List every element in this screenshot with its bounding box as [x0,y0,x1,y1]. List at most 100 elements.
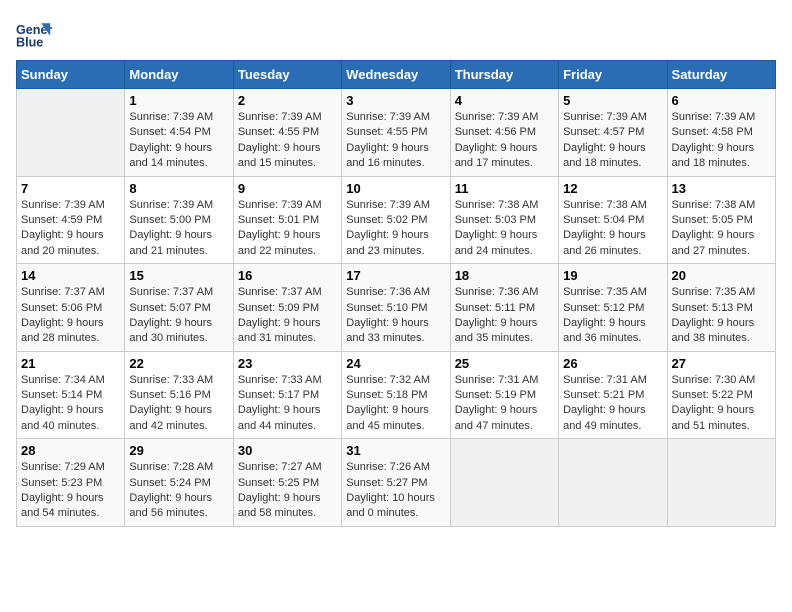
day-info: Sunrise: 7:32 AM Sunset: 5:18 PM Dayligh… [346,373,445,435]
day-info: Sunrise: 7:38 AM Sunset: 5:04 PM Dayligh… [563,198,662,260]
day-info: Sunrise: 7:30 AM Sunset: 5:22 PM Dayligh… [672,373,771,435]
sunset-label: Sunset: 4:54 PM [129,126,210,138]
day-number: 6 [672,93,771,108]
weekday-header-thursday: Thursday [450,61,558,89]
calendar-cell: 18 Sunrise: 7:36 AM Sunset: 5:11 PM Dayl… [450,264,558,352]
sunset-label: Sunset: 5:06 PM [21,302,102,314]
daylight-label: Daylight: 10 hours and 0 minutes. [346,492,435,519]
day-info: Sunrise: 7:29 AM Sunset: 5:23 PM Dayligh… [21,460,120,522]
day-number: 1 [129,93,228,108]
day-number: 13 [672,181,771,196]
sunset-label: Sunset: 5:04 PM [563,214,644,226]
sunset-label: Sunset: 5:12 PM [563,302,644,314]
sunrise-label: Sunrise: 7:26 AM [346,461,430,473]
calendar-cell: 4 Sunrise: 7:39 AM Sunset: 4:56 PM Dayli… [450,89,558,177]
day-number: 23 [238,356,337,371]
day-number: 30 [238,443,337,458]
day-info: Sunrise: 7:26 AM Sunset: 5:27 PM Dayligh… [346,460,445,522]
sunrise-label: Sunrise: 7:39 AM [238,199,322,211]
sunrise-label: Sunrise: 7:27 AM [238,461,322,473]
day-number: 7 [21,181,120,196]
day-number: 29 [129,443,228,458]
daylight-label: Daylight: 9 hours and 42 minutes. [129,404,212,431]
sunset-label: Sunset: 5:23 PM [21,477,102,489]
day-info: Sunrise: 7:27 AM Sunset: 5:25 PM Dayligh… [238,460,337,522]
calendar-cell: 27 Sunrise: 7:30 AM Sunset: 5:22 PM Dayl… [667,351,775,439]
calendar-cell: 10 Sunrise: 7:39 AM Sunset: 5:02 PM Dayl… [342,176,450,264]
sunset-label: Sunset: 4:58 PM [672,126,753,138]
sunrise-label: Sunrise: 7:35 AM [672,286,756,298]
sunset-label: Sunset: 5:11 PM [455,302,536,314]
sunrise-label: Sunrise: 7:36 AM [346,286,430,298]
calendar-table: SundayMondayTuesdayWednesdayThursdayFrid… [16,60,776,527]
daylight-label: Daylight: 9 hours and 15 minutes. [238,142,321,169]
day-number: 10 [346,181,445,196]
daylight-label: Daylight: 9 hours and 21 minutes. [129,229,212,256]
sunrise-label: Sunrise: 7:29 AM [21,461,105,473]
calendar-week-5: 28 Sunrise: 7:29 AM Sunset: 5:23 PM Dayl… [17,439,776,527]
day-number: 12 [563,181,662,196]
sunrise-label: Sunrise: 7:39 AM [455,111,539,123]
daylight-label: Daylight: 9 hours and 30 minutes. [129,317,212,344]
day-number: 24 [346,356,445,371]
daylight-label: Daylight: 9 hours and 49 minutes. [563,404,646,431]
sunset-label: Sunset: 5:05 PM [672,214,753,226]
weekday-header-friday: Friday [559,61,667,89]
day-number: 21 [21,356,120,371]
calendar-cell [450,439,558,527]
calendar-cell: 21 Sunrise: 7:34 AM Sunset: 5:14 PM Dayl… [17,351,125,439]
day-info: Sunrise: 7:31 AM Sunset: 5:21 PM Dayligh… [563,373,662,435]
sunrise-label: Sunrise: 7:31 AM [455,374,539,386]
sunset-label: Sunset: 5:01 PM [238,214,319,226]
day-number: 4 [455,93,554,108]
sunrise-label: Sunrise: 7:37 AM [21,286,105,298]
calendar-cell: 12 Sunrise: 7:38 AM Sunset: 5:04 PM Dayl… [559,176,667,264]
day-number: 31 [346,443,445,458]
calendar-cell: 26 Sunrise: 7:31 AM Sunset: 5:21 PM Dayl… [559,351,667,439]
calendar-cell: 2 Sunrise: 7:39 AM Sunset: 4:55 PM Dayli… [233,89,341,177]
calendar-cell: 23 Sunrise: 7:33 AM Sunset: 5:17 PM Dayl… [233,351,341,439]
day-info: Sunrise: 7:35 AM Sunset: 5:12 PM Dayligh… [563,285,662,347]
sunset-label: Sunset: 5:07 PM [129,302,210,314]
sunset-label: Sunset: 5:10 PM [346,302,427,314]
daylight-label: Daylight: 9 hours and 22 minutes. [238,229,321,256]
sunrise-label: Sunrise: 7:37 AM [129,286,213,298]
calendar-cell: 17 Sunrise: 7:36 AM Sunset: 5:10 PM Dayl… [342,264,450,352]
daylight-label: Daylight: 9 hours and 26 minutes. [563,229,646,256]
weekday-header-wednesday: Wednesday [342,61,450,89]
sunrise-label: Sunrise: 7:36 AM [455,286,539,298]
calendar-cell: 5 Sunrise: 7:39 AM Sunset: 4:57 PM Dayli… [559,89,667,177]
calendar-cell [667,439,775,527]
sunset-label: Sunset: 4:55 PM [238,126,319,138]
day-number: 20 [672,268,771,283]
day-info: Sunrise: 7:36 AM Sunset: 5:10 PM Dayligh… [346,285,445,347]
daylight-label: Daylight: 9 hours and 14 minutes. [129,142,212,169]
calendar-cell: 24 Sunrise: 7:32 AM Sunset: 5:18 PM Dayl… [342,351,450,439]
calendar-header-row: SundayMondayTuesdayWednesdayThursdayFrid… [17,61,776,89]
day-number: 25 [455,356,554,371]
daylight-label: Daylight: 9 hours and 36 minutes. [563,317,646,344]
day-number: 5 [563,93,662,108]
daylight-label: Daylight: 9 hours and 35 minutes. [455,317,538,344]
day-info: Sunrise: 7:39 AM Sunset: 4:54 PM Dayligh… [129,110,228,172]
day-number: 2 [238,93,337,108]
daylight-label: Daylight: 9 hours and 40 minutes. [21,404,104,431]
day-info: Sunrise: 7:34 AM Sunset: 5:14 PM Dayligh… [21,373,120,435]
sunrise-label: Sunrise: 7:28 AM [129,461,213,473]
sunrise-label: Sunrise: 7:38 AM [455,199,539,211]
day-number: 28 [21,443,120,458]
sunrise-label: Sunrise: 7:39 AM [129,199,213,211]
calendar-cell: 14 Sunrise: 7:37 AM Sunset: 5:06 PM Dayl… [17,264,125,352]
calendar-cell: 3 Sunrise: 7:39 AM Sunset: 4:55 PM Dayli… [342,89,450,177]
weekday-header-saturday: Saturday [667,61,775,89]
day-info: Sunrise: 7:37 AM Sunset: 5:09 PM Dayligh… [238,285,337,347]
sunset-label: Sunset: 4:56 PM [455,126,536,138]
daylight-label: Daylight: 9 hours and 27 minutes. [672,229,755,256]
calendar-cell: 9 Sunrise: 7:39 AM Sunset: 5:01 PM Dayli… [233,176,341,264]
sunrise-label: Sunrise: 7:38 AM [563,199,647,211]
sunset-label: Sunset: 5:13 PM [672,302,753,314]
sunset-label: Sunset: 5:02 PM [346,214,427,226]
sunset-label: Sunset: 5:16 PM [129,389,210,401]
day-info: Sunrise: 7:39 AM Sunset: 4:58 PM Dayligh… [672,110,771,172]
daylight-label: Daylight: 9 hours and 45 minutes. [346,404,429,431]
